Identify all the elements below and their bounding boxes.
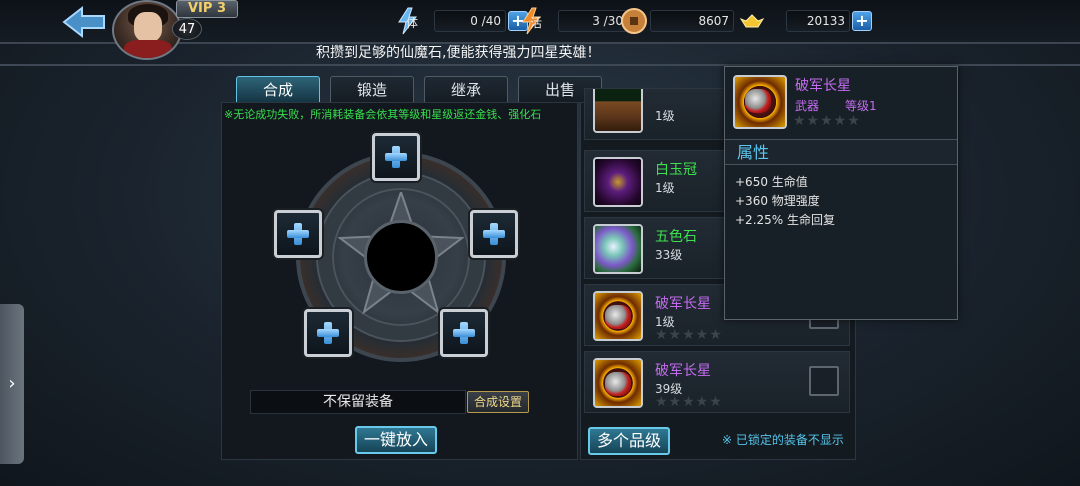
item-stars: ★★★★★ — [655, 327, 723, 343]
synthesis-center-slot — [364, 220, 438, 294]
tooltip-attribute: +650 生命值 — [735, 175, 808, 189]
plus-icon — [287, 223, 309, 245]
activity-label: 活 — [530, 16, 543, 30]
synthesis-slot-3[interactable] — [470, 210, 518, 258]
auto-place-button[interactable]: 一键放入 — [355, 426, 437, 454]
equipment-icon — [593, 358, 643, 408]
activity-value: 3 /30 — [558, 10, 628, 32]
plus-icon — [453, 322, 475, 344]
synthesis-slot-5[interactable] — [440, 309, 488, 357]
item-name: 破军长星 — [655, 296, 711, 312]
item-name: 破军长星 — [655, 363, 711, 379]
back-arrow-icon[interactable] — [62, 4, 108, 40]
item-name: 白玉冠 — [655, 162, 697, 178]
stamina-value: 0 /40 — [434, 10, 506, 32]
plus-icon — [317, 322, 339, 344]
chevron-right-icon: › — [8, 373, 16, 394]
copper-coin-icon — [621, 8, 647, 34]
gold-ingot-icon — [739, 14, 765, 28]
coins-value: 8607 — [650, 10, 734, 32]
add-gold-button[interactable]: + — [852, 11, 872, 31]
avatar-face — [134, 12, 162, 42]
item-stars: ★★★★★ — [655, 394, 723, 410]
equipment-icon — [593, 291, 643, 341]
tooltip-item-name: 破军长星 — [795, 78, 851, 94]
item-level: 1级 — [655, 109, 675, 123]
synthesis-notice: ※无论成功失败，所消耗装备会依其等级和星级返还金钱、强化石 — [224, 108, 542, 121]
plus-icon — [385, 146, 407, 168]
stamina-resource: 体 0 /40 + — [394, 7, 528, 35]
gold-value: 20133 — [786, 10, 850, 32]
side-drawer-toggle[interactable]: › — [0, 304, 24, 464]
stamina-label: 体 — [406, 16, 419, 30]
synthesis-slot-4[interactable] — [304, 309, 352, 357]
equipment-tooltip: 破军长星 武器 等级1 ★★★★★ 属性 +650 生命值 +360 物理强度 … — [724, 66, 958, 320]
plus-icon — [483, 223, 505, 245]
synthesis-slot-2[interactable] — [274, 210, 322, 258]
tooltip-attribute: +2.25% 生命回复 — [735, 213, 835, 227]
equipment-icon — [733, 75, 787, 129]
synthesis-settings-button[interactable]: 合成设置 — [467, 391, 529, 413]
equipment-icon — [593, 157, 643, 207]
vip-badge[interactable]: VIP 3 — [176, 0, 238, 18]
tab-synthesize[interactable]: 合成 — [236, 76, 320, 102]
multi-grade-button[interactable]: 多个品级 — [588, 427, 670, 455]
tooltip-item-level: 等级1 — [845, 99, 877, 113]
marquee-announcement: 积攒到足够的仙魔石,便能获得强力四星英雄！ — [316, 45, 601, 61]
equipment-icon — [593, 89, 643, 133]
tab-forge[interactable]: 锻造 — [330, 76, 414, 102]
list-item[interactable]: 破军长星 39级 ★★★★★ — [584, 351, 850, 413]
equipment-icon — [593, 224, 643, 274]
tooltip-item-type: 武器 — [795, 99, 820, 113]
activity-resource: 活 3 /30 — [518, 7, 628, 35]
tooltip-section-title: 属性 — [725, 139, 957, 165]
player-level-badge: 47 — [172, 18, 202, 40]
tab-bar: 合成 锻造 继承 出售 — [236, 76, 602, 102]
tooltip-attribute: +360 物理强度 — [735, 194, 820, 208]
avatar-body — [124, 40, 172, 58]
item-level: 33级 — [655, 248, 683, 262]
top-bar: VIP 3 47 体 0 /40 + 活 3 /30 8607 20133 + — [0, 0, 1080, 60]
synthesis-slot-1[interactable] — [372, 133, 420, 181]
gold-resource: 20133 + — [738, 8, 872, 34]
lock-checkbox[interactable] — [809, 366, 839, 396]
tab-inherit[interactable]: 继承 — [424, 76, 508, 102]
item-name: 五色石 — [655, 229, 697, 245]
keep-equipment-field[interactable]: 不保留装备 — [250, 390, 466, 414]
tooltip-item-stars: ★★★★★ — [793, 113, 861, 129]
item-level: 1级 — [655, 181, 675, 195]
coins-resource: 8607 — [620, 8, 734, 34]
locked-equipment-note: ※ 已锁定的装备不显示 — [722, 433, 844, 447]
